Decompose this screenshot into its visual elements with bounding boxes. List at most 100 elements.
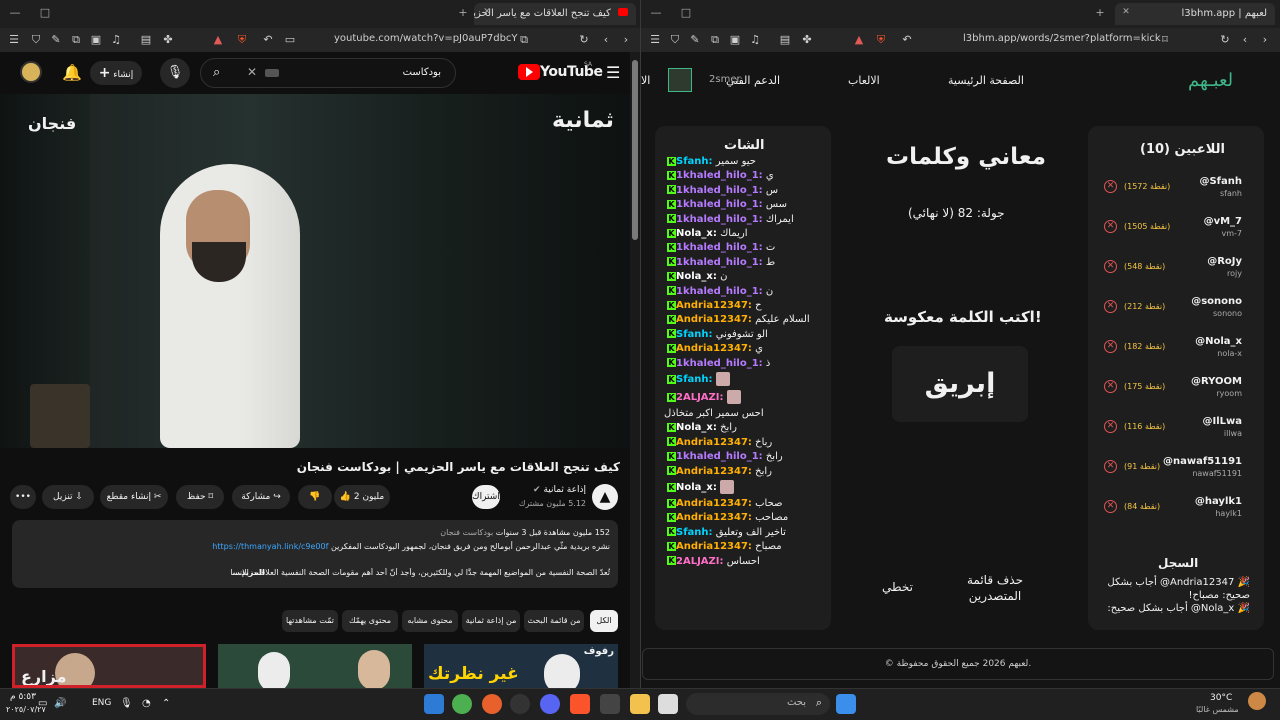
user-avatar[interactable]	[668, 68, 692, 92]
tab-youtube[interactable]: كيف تنجح العلاقات مع ياسر الحزيم...	[474, 3, 636, 25]
like-button[interactable]: 👍 2 مليون	[334, 485, 390, 509]
thumbnail-2[interactable]	[218, 644, 412, 688]
chip-similar[interactable]: محتوى مشابه	[402, 610, 458, 632]
channel-avatar[interactable]: ▲	[592, 484, 618, 510]
taskbar-search[interactable]: بحث ⌕	[686, 693, 830, 715]
nav-home[interactable]: الصفحة الرئيسية	[948, 74, 1024, 87]
url-text[interactable]: youtube.com/watch?v=pJ0auP7dbcY	[334, 33, 518, 44]
remove-player-icon[interactable]: ✕	[1104, 300, 1117, 313]
copy-icon[interactable]: ⧉	[70, 34, 82, 46]
search-box[interactable]: ⌕ ✕ بودكاست	[200, 58, 456, 88]
copy-link-icon[interactable]: ⧉	[518, 34, 530, 46]
clear-leaderboard-button[interactable]: حذف قائمة المتصدرين	[960, 572, 1030, 604]
sidebar-icon-right[interactable]: ☰	[649, 34, 661, 46]
remove-player-icon[interactable]: ✕	[1104, 220, 1117, 233]
music-icon[interactable]: ♫	[110, 34, 122, 46]
avatar[interactable]	[20, 61, 42, 83]
chip-watched[interactable]: تمّت مشاهدتها	[282, 610, 338, 632]
dislike-button[interactable]: 👎	[298, 485, 332, 509]
aria-icon[interactable]: ▲	[212, 34, 224, 46]
clip-button[interactable]: إنشاء مقطع ✂	[100, 485, 168, 509]
music-icon-right[interactable]: ♫	[749, 34, 761, 46]
subscribe-button[interactable]: اشتراك	[472, 485, 500, 509]
create-button[interactable]: + إنشاء	[90, 61, 142, 85]
brave-shield-icon-right[interactable]: ⛨	[875, 34, 887, 46]
pin-icon-right[interactable]: ✎	[689, 34, 701, 46]
youtube-logo-text[interactable]: YouTube	[540, 64, 603, 80]
maximize-button-right[interactable]: □	[679, 6, 693, 19]
weather-icon[interactable]	[1248, 692, 1266, 710]
nav-games[interactable]: الالعاب	[848, 74, 880, 87]
clear-search-icon[interactable]: ✕	[247, 65, 257, 79]
thumbnail-1[interactable]: مزارع	[12, 644, 206, 688]
search-input[interactable]: بودكاست	[403, 67, 441, 78]
minimize-button-right[interactable]: —	[649, 6, 663, 19]
task-view-icon[interactable]	[658, 694, 678, 714]
mic-tray-icon[interactable]: 🎙	[120, 698, 133, 709]
remove-player-icon[interactable]: ✕	[1104, 180, 1117, 193]
chip-for-you[interactable]: محتوى يهمّك	[342, 610, 398, 632]
tab-manager-icon[interactable]: ▤	[140, 34, 152, 46]
panel-icon[interactable]: ▣	[90, 34, 102, 46]
app-icon-1[interactable]	[600, 694, 620, 714]
remove-player-icon[interactable]: ✕	[1104, 380, 1117, 393]
refresh-icon[interactable]: ↻	[578, 34, 590, 46]
extensions-icon-right[interactable]: ✤	[801, 34, 813, 46]
shield-icon[interactable]: ⛉	[30, 34, 42, 46]
obs-icon[interactable]	[510, 694, 530, 714]
skip-button[interactable]: تخطي	[882, 580, 913, 594]
chip-all[interactable]: الكل	[590, 610, 618, 632]
remove-player-icon[interactable]: ✕	[1104, 260, 1117, 273]
brave-shield-icon[interactable]: ⛨	[236, 34, 248, 46]
refresh-icon-right[interactable]: ↻	[1219, 34, 1231, 46]
chrome-icon[interactable]	[452, 694, 472, 714]
pin-icon[interactable]: ✎	[50, 34, 62, 46]
back-icon[interactable]: ‹	[600, 34, 612, 46]
new-tab-button[interactable]: +	[456, 6, 470, 19]
description-link[interactable]: https://thmanyah.link/c9e00f	[212, 542, 328, 551]
weather-desc[interactable]: مشمس غالبًا	[1196, 705, 1239, 714]
app-icon-2[interactable]	[482, 694, 502, 714]
shield-icon-right[interactable]: ⛉	[669, 34, 681, 46]
reload-icon-right[interactable]: ↶	[901, 34, 913, 46]
app-icon-3[interactable]	[424, 694, 444, 714]
app-logo[interactable]: لعبـهم	[1188, 70, 1233, 91]
close-tab-icon[interactable]: ✕	[480, 7, 494, 17]
panel-icon-right[interactable]: ▣	[729, 34, 741, 46]
chip-from-channel[interactable]: من إذاعة ثمانية	[462, 610, 520, 632]
remove-player-icon[interactable]: ✕	[1104, 460, 1117, 473]
video-player[interactable]: فنجان ثمانية	[0, 94, 630, 448]
bell-icon[interactable]: 🔔	[62, 63, 82, 82]
windows-start-icon[interactable]	[836, 694, 856, 714]
tray-app-icon[interactable]: ◔	[142, 698, 151, 709]
volume-icon[interactable]: 🔊	[54, 698, 66, 709]
save-button[interactable]: حفظ ⌑	[176, 485, 224, 509]
new-tab-button-right[interactable]: +	[1093, 6, 1107, 19]
maximize-button[interactable]: □	[38, 6, 52, 19]
forward-icon[interactable]: ›	[620, 34, 632, 46]
mic-icon[interactable]: 🎙	[160, 58, 190, 88]
remove-player-icon[interactable]: ✕	[1104, 420, 1117, 433]
url-text-right[interactable]: l3bhm.app/words/2smer?platform=kick	[963, 33, 1161, 44]
forward-icon-right[interactable]: ›	[1259, 34, 1271, 46]
discord-icon[interactable]	[540, 694, 560, 714]
brave-browser-icon[interactable]	[570, 694, 590, 714]
extensions-icon[interactable]: ✤	[162, 34, 174, 46]
minimize-button[interactable]: —	[8, 6, 22, 19]
username-label[interactable]: 2smer	[709, 74, 741, 85]
weather-temp[interactable]: 30°C	[1210, 693, 1232, 703]
tab-l3bhm[interactable]: لعبهم | l3bhm.app	[1115, 3, 1275, 25]
copy-icon-right[interactable]: ⧉	[709, 34, 721, 46]
close-tab-icon-right[interactable]: ✕	[1119, 7, 1133, 17]
nav-other[interactable]: الا	[641, 74, 659, 87]
chip-from-search[interactable]: من قائمة البحث	[524, 610, 584, 632]
clock-time[interactable]: ٥:٥٣ م	[10, 692, 36, 702]
tab-manager-icon-right[interactable]: ▤	[779, 34, 791, 46]
clock-date[interactable]: ٢٠٢٥/٠٧/٢٧	[6, 705, 46, 714]
more-actions-button[interactable]: •••	[10, 485, 36, 509]
file-explorer-icon[interactable]	[630, 694, 650, 714]
scrollbar-thumb[interactable]	[632, 60, 638, 240]
cast-icon[interactable]: ▭	[284, 34, 296, 46]
download-button[interactable]: تنزيل ⇩	[42, 485, 94, 509]
aria-icon-right[interactable]: ▲	[853, 34, 865, 46]
